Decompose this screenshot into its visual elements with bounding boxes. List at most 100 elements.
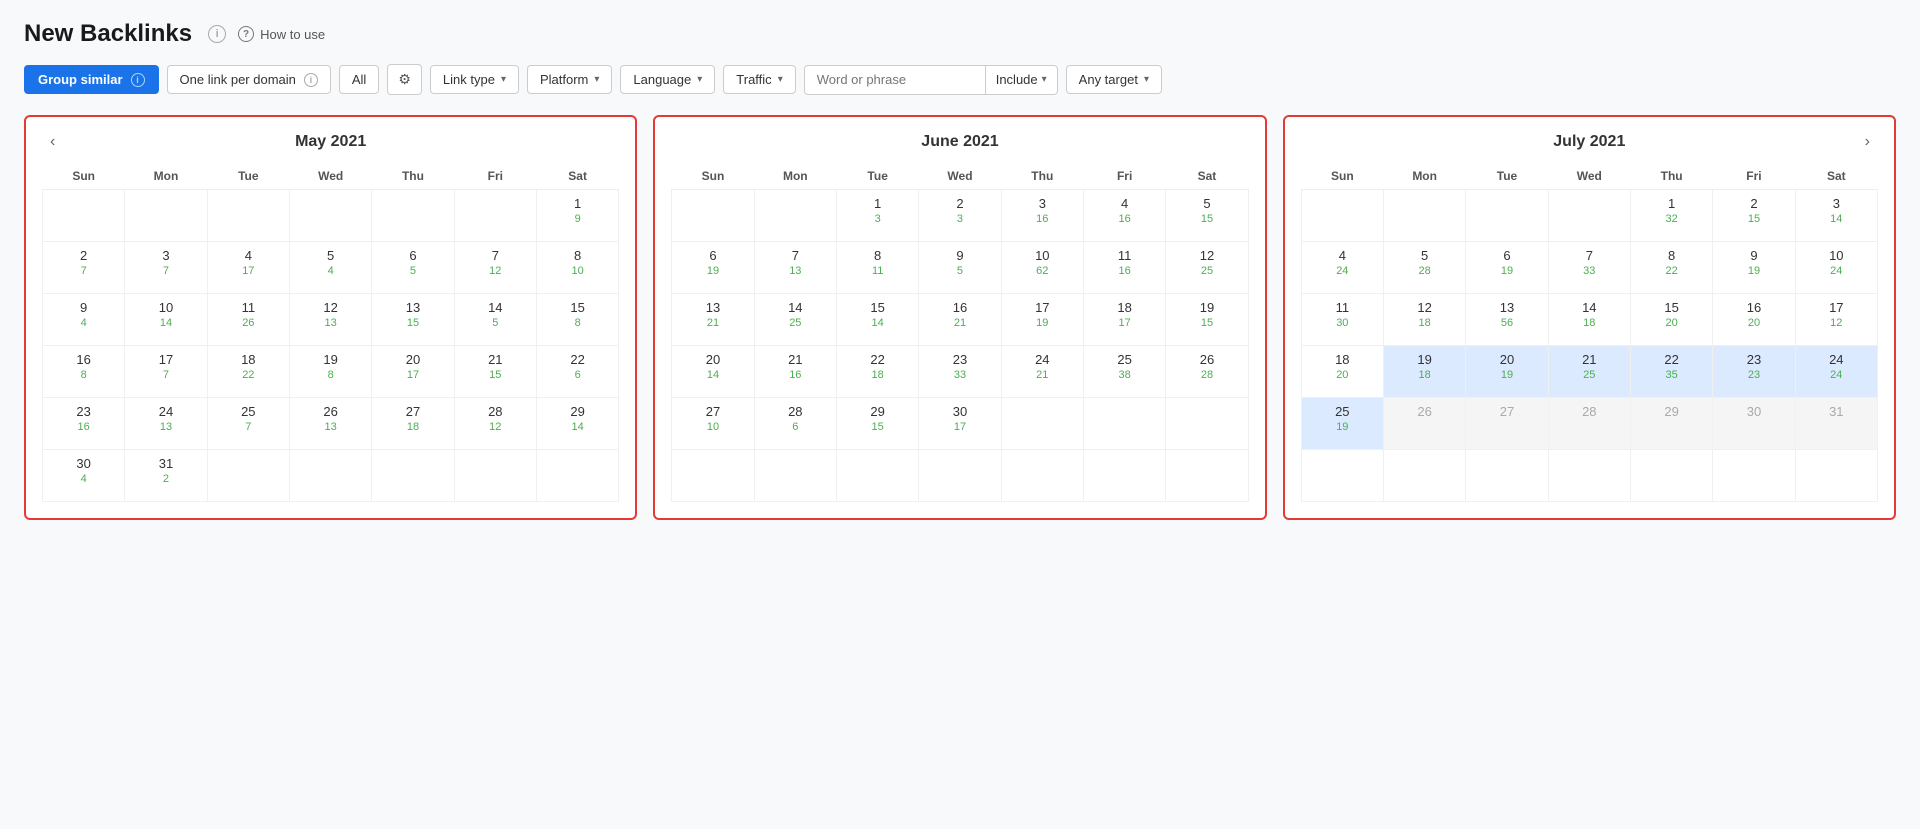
- calendar-day-cell[interactable]: 1218: [1383, 294, 1465, 346]
- how-to-use-link[interactable]: ? How to use: [238, 26, 325, 42]
- calendar-day-cell[interactable]: 2812: [454, 398, 536, 450]
- calendar-day-cell[interactable]: 198: [289, 346, 371, 398]
- calendar-day-cell[interactable]: 712: [454, 242, 536, 294]
- calendar-day-cell[interactable]: 2116: [754, 346, 836, 398]
- language-dropdown[interactable]: Language ▾: [620, 65, 715, 94]
- calendar-day-cell[interactable]: 528: [1383, 242, 1465, 294]
- calendar-day-cell[interactable]: 23: [919, 190, 1001, 242]
- calendar-day-cell[interactable]: 37: [125, 242, 207, 294]
- calendar-day-cell[interactable]: 2718: [372, 398, 454, 450]
- all-button[interactable]: All: [339, 65, 379, 94]
- calendar-day-cell[interactable]: 2014: [672, 346, 754, 398]
- calendar-day-cell[interactable]: 226: [536, 346, 618, 398]
- calendar-day-cell[interactable]: 1520: [1630, 294, 1712, 346]
- calendar-day-cell[interactable]: 1225: [1166, 242, 1248, 294]
- traffic-dropdown[interactable]: Traffic ▾: [723, 65, 795, 94]
- calendar-day-cell[interactable]: 1822: [207, 346, 289, 398]
- calendar-day-cell[interactable]: 1425: [754, 294, 836, 346]
- calendar-day-cell[interactable]: 1062: [1001, 242, 1083, 294]
- calendar-day-cell[interactable]: 314: [1795, 190, 1877, 242]
- calendar-day-cell[interactable]: 1514: [836, 294, 918, 346]
- calendar-day-cell[interactable]: 1116: [1083, 242, 1165, 294]
- settings-button[interactable]: ⚙: [387, 64, 422, 95]
- calendar-day-cell[interactable]: 19: [536, 190, 618, 242]
- prev-month-button[interactable]: ‹: [42, 129, 63, 155]
- calendar-day-cell[interactable]: 177: [125, 346, 207, 398]
- calendar-day-cell[interactable]: 1719: [1001, 294, 1083, 346]
- calendar-day-cell[interactable]: 515: [1166, 190, 1248, 242]
- calendar-day-cell[interactable]: 1321: [672, 294, 754, 346]
- calendar-day-cell[interactable]: 2413: [125, 398, 207, 450]
- calendar-day-cell[interactable]: 1014: [125, 294, 207, 346]
- calendar-day-cell[interactable]: 1024: [1795, 242, 1877, 294]
- next-month-button[interactable]: ›: [1857, 129, 1878, 155]
- calendar-day-cell[interactable]: 733: [1548, 242, 1630, 294]
- calendar-day-cell[interactable]: 65: [372, 242, 454, 294]
- calendar-day-cell[interactable]: 1915: [1166, 294, 1248, 346]
- calendar-day-cell[interactable]: 424: [1301, 242, 1383, 294]
- calendar-day-cell[interactable]: 1418: [1548, 294, 1630, 346]
- calendar-day-cell[interactable]: 810: [536, 242, 618, 294]
- group-similar-info-icon[interactable]: i: [131, 73, 145, 87]
- calendar-day-cell[interactable]: 417: [207, 242, 289, 294]
- calendar-day-cell[interactable]: 2115: [454, 346, 536, 398]
- one-link-info-icon[interactable]: i: [304, 73, 318, 87]
- calendar-day-cell[interactable]: 3017: [919, 398, 1001, 450]
- calendar-day-cell[interactable]: 1820: [1301, 346, 1383, 398]
- calendar-day-cell[interactable]: 168: [43, 346, 125, 398]
- calendar-day-cell[interactable]: 2424: [1795, 346, 1877, 398]
- calendar-day-cell[interactable]: 1817: [1083, 294, 1165, 346]
- calendar-day-cell[interactable]: 257: [207, 398, 289, 450]
- calendar-day-cell[interactable]: 1130: [1301, 294, 1383, 346]
- calendar-day-cell[interactable]: 2218: [836, 346, 918, 398]
- one-link-per-domain-button[interactable]: One link per domain i: [167, 65, 331, 94]
- calendar-day-cell[interactable]: 1126: [207, 294, 289, 346]
- title-info-icon[interactable]: i: [208, 25, 226, 43]
- calendar-day-cell[interactable]: 54: [289, 242, 371, 294]
- calendar-day-cell[interactable]: 13: [836, 190, 918, 242]
- calendar-day-cell[interactable]: 1356: [1466, 294, 1548, 346]
- calendar-day-cell[interactable]: 304: [43, 450, 125, 502]
- calendar-day-cell[interactable]: 1621: [919, 294, 1001, 346]
- include-dropdown[interactable]: Include ▾: [986, 66, 1057, 93]
- calendar-day-cell[interactable]: 316: [1001, 190, 1083, 242]
- calendar-day-cell[interactable]: 2710: [672, 398, 754, 450]
- calendar-day-cell[interactable]: 2914: [536, 398, 618, 450]
- calendar-day-cell[interactable]: 2323: [1713, 346, 1795, 398]
- calendar-day-cell[interactable]: 215: [1713, 190, 1795, 242]
- calendar-day-cell[interactable]: 2235: [1630, 346, 1712, 398]
- calendar-day-cell[interactable]: 2915: [836, 398, 918, 450]
- group-similar-button[interactable]: Group similar i: [24, 65, 159, 94]
- calendar-day-cell[interactable]: 919: [1713, 242, 1795, 294]
- calendar-day-cell[interactable]: 619: [1466, 242, 1548, 294]
- word-phrase-input[interactable]: [805, 66, 985, 93]
- calendar-day-cell[interactable]: 286: [754, 398, 836, 450]
- calendar-day-cell[interactable]: 145: [454, 294, 536, 346]
- calendar-day-cell[interactable]: 1712: [1795, 294, 1877, 346]
- calendar-day-cell[interactable]: 1620: [1713, 294, 1795, 346]
- calendar-day-cell[interactable]: 619: [672, 242, 754, 294]
- calendar-day-cell[interactable]: 2316: [43, 398, 125, 450]
- calendar-day-cell[interactable]: 2017: [372, 346, 454, 398]
- calendar-day-cell[interactable]: 1315: [372, 294, 454, 346]
- calendar-day-cell[interactable]: 2519: [1301, 398, 1383, 450]
- any-target-dropdown[interactable]: Any target ▾: [1066, 65, 1162, 94]
- calendar-day-cell[interactable]: 416: [1083, 190, 1165, 242]
- calendar-day-cell[interactable]: 132: [1630, 190, 1712, 242]
- calendar-day-cell[interactable]: 822: [1630, 242, 1712, 294]
- calendar-day-cell[interactable]: 27: [43, 242, 125, 294]
- calendar-day-cell[interactable]: 2613: [289, 398, 371, 450]
- link-type-dropdown[interactable]: Link type ▾: [430, 65, 519, 94]
- calendar-day-cell[interactable]: 2333: [919, 346, 1001, 398]
- calendar-day-cell[interactable]: 2421: [1001, 346, 1083, 398]
- calendar-day-cell[interactable]: 713: [754, 242, 836, 294]
- calendar-day-cell[interactable]: 94: [43, 294, 125, 346]
- calendar-day-cell[interactable]: 2628: [1166, 346, 1248, 398]
- calendar-day-cell[interactable]: 2538: [1083, 346, 1165, 398]
- calendar-day-cell[interactable]: 1918: [1383, 346, 1465, 398]
- platform-dropdown[interactable]: Platform ▾: [527, 65, 612, 94]
- calendar-day-cell[interactable]: 312: [125, 450, 207, 502]
- calendar-day-cell[interactable]: 95: [919, 242, 1001, 294]
- calendar-day-cell[interactable]: 1213: [289, 294, 371, 346]
- calendar-day-cell[interactable]: 158: [536, 294, 618, 346]
